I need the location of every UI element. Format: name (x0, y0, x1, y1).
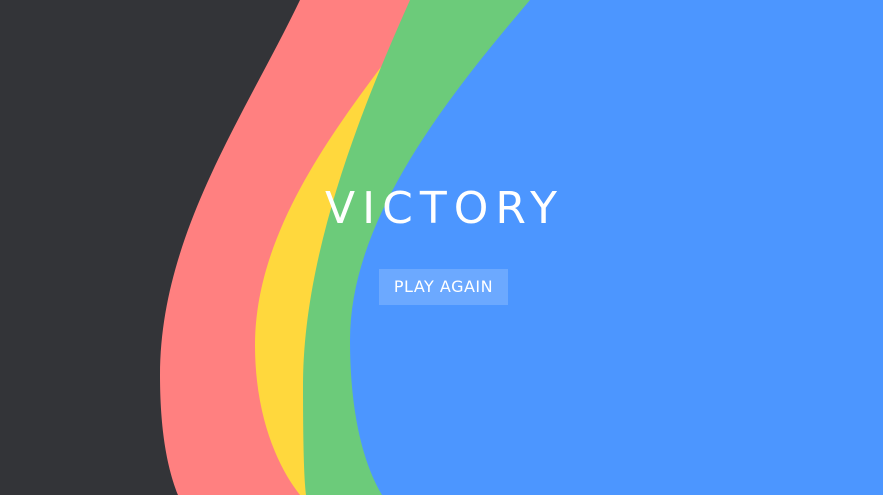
victory-screen: VICTORY PLAY AGAIN (0, 0, 883, 495)
play-again-button[interactable]: PLAY AGAIN (379, 269, 508, 305)
color-wave-background (160, 0, 883, 495)
victory-title: VICTORY (325, 183, 564, 234)
